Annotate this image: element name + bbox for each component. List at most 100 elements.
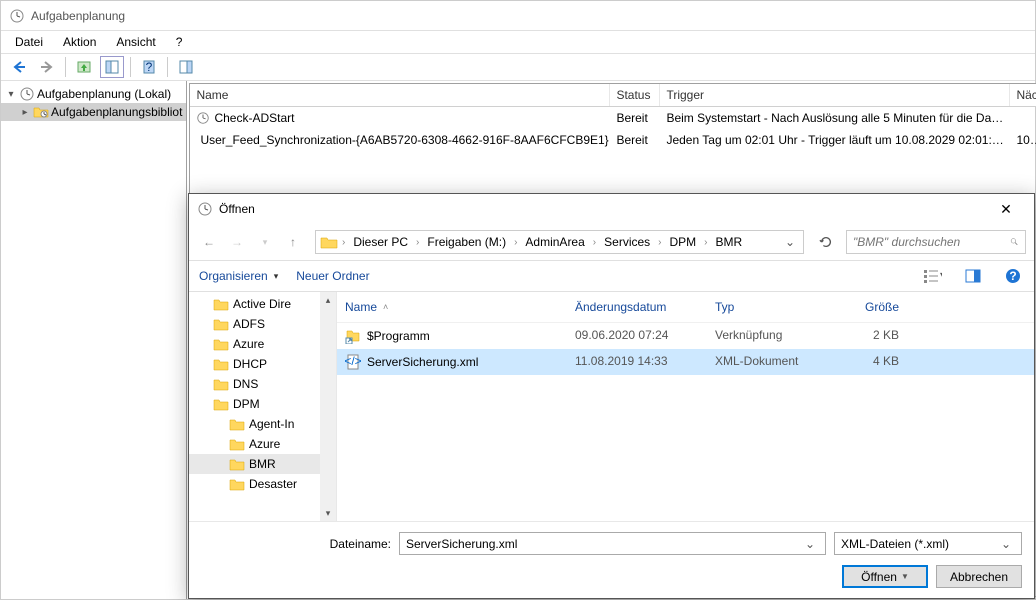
new-folder-button[interactable]: Neuer Ordner — [296, 269, 369, 283]
col-status[interactable]: Status — [610, 84, 660, 106]
breadcrumb-seg[interactable]: Services — [600, 235, 654, 249]
folder-tree-item[interactable]: ADFS — [189, 314, 336, 334]
chevron-down-icon[interactable]: ⌄ — [801, 537, 819, 551]
breadcrumb-seg[interactable]: DPM — [666, 235, 701, 249]
col-name[interactable]: Name — [190, 84, 610, 106]
separator — [65, 57, 66, 77]
navigation-tree[interactable]: ▾ Aufgabenplanung (Lokal) ▸ Aufgabenplan… — [1, 81, 187, 599]
breadcrumb-seg[interactable]: Freigaben (M:) — [423, 235, 510, 249]
dialog-toolbar: Organisieren Neuer Ordner ▾ ? — [189, 260, 1034, 292]
folder-tree[interactable]: Active DireADFSAzureDHCPDNSDPMAgent-InAz… — [189, 292, 337, 521]
folder-tree-item[interactable]: DNS — [189, 374, 336, 394]
separator — [130, 57, 131, 77]
breadcrumb-seg[interactable]: BMR — [712, 235, 747, 249]
expand-icon[interactable]: ▸ — [19, 107, 31, 118]
folder-tree-item[interactable]: Azure — [189, 434, 336, 454]
dialog-footer: Dateiname: ⌄ XML-Dateien (*.xml) ⌄ Öffne… — [189, 521, 1034, 598]
dialog-titlebar: Öffnen ✕ — [189, 194, 1034, 224]
nav-back[interactable]: ← — [197, 230, 221, 254]
folder-icon — [213, 377, 229, 391]
search-box[interactable] — [846, 230, 1026, 254]
scheduler-icon — [19, 86, 35, 102]
folder-tree-item[interactable]: BMR — [189, 454, 336, 474]
file-type: XML-Dokument — [707, 352, 837, 372]
action-pane-button[interactable] — [174, 56, 198, 78]
folder-tree-item[interactable]: Active Dire — [189, 294, 336, 314]
app-icon — [9, 8, 25, 24]
filename-combo[interactable]: ⌄ — [399, 532, 826, 555]
tree-root[interactable]: ▾ Aufgabenplanung (Lokal) — [1, 85, 186, 103]
col-date[interactable]: Änderungsdatum — [567, 296, 707, 318]
folder-label: Azure — [249, 437, 280, 451]
menu-help[interactable]: ? — [168, 33, 191, 51]
filename-label: Dateiname: — [201, 537, 391, 551]
file-list[interactable]: Name Änderungsdatum Typ Größe $Programm 0… — [337, 292, 1034, 521]
nav-up[interactable]: ↑ — [281, 230, 305, 254]
chevron-right-icon[interactable]: › — [340, 237, 347, 248]
file-name: $Programm — [367, 329, 430, 343]
search-input[interactable] — [853, 235, 1010, 249]
col-size[interactable]: Größe — [837, 296, 907, 318]
folder-tree-item[interactable]: Azure — [189, 334, 336, 354]
task-row[interactable]: User_Feed_Synchronization-{A6AB5720-6308… — [190, 129, 1036, 151]
expand-icon[interactable]: ▾ — [5, 89, 17, 100]
menu-action[interactable]: Aktion — [55, 33, 104, 51]
organize-menu[interactable]: Organisieren — [199, 269, 278, 283]
task-list-header: Name Status Trigger Näch — [190, 84, 1036, 107]
titlebar: Aufgabenplanung — [1, 1, 1035, 31]
tree-library-label: Aufgabenplanungsbibliot — [51, 105, 182, 119]
help-icon[interactable]: ? — [1002, 265, 1024, 287]
folder-icon — [213, 317, 229, 331]
folder-tree-item[interactable]: Agent-In — [189, 414, 336, 434]
split-dropdown-icon[interactable]: ▼ — [901, 572, 909, 581]
folder-icon — [229, 477, 245, 491]
breadcrumb[interactable]: › Dieser PC› Freigaben (M:)› AdminArea› … — [315, 230, 804, 254]
cancel-button[interactable]: Abbrechen — [936, 565, 1022, 588]
preview-pane-button[interactable] — [962, 265, 984, 287]
folder-label: DPM — [233, 397, 260, 411]
menu-file[interactable]: Datei — [7, 33, 51, 51]
file-filter[interactable]: XML-Dateien (*.xml) ⌄ — [834, 532, 1022, 555]
svg-text:?: ? — [146, 60, 153, 74]
filename-input[interactable] — [406, 537, 801, 551]
nav-recent[interactable]: ▾ — [253, 230, 277, 254]
back-button[interactable] — [7, 56, 31, 78]
menubar: Datei Aktion Ansicht ? — [1, 31, 1035, 53]
open-button[interactable]: Öffnen▼ — [842, 565, 928, 588]
col-type[interactable]: Typ — [707, 296, 837, 318]
col-name[interactable]: Name — [337, 296, 567, 318]
file-row[interactable]: $Programm09.06.2020 07:24Verknüpfung2 KB — [337, 323, 1034, 349]
svg-text:▾: ▾ — [940, 269, 942, 282]
file-date: 09.06.2020 07:24 — [567, 326, 707, 346]
folder-icon — [213, 337, 229, 351]
up-button[interactable] — [72, 56, 96, 78]
folder-label: Active Dire — [233, 297, 291, 311]
help-button[interactable]: ? — [137, 56, 161, 78]
chevron-down-icon[interactable]: ⌄ — [997, 537, 1015, 551]
task-row[interactable]: Check-ADStart Bereit Beim Systemstart - … — [190, 107, 1036, 129]
scrollbar[interactable]: ▴▾ — [320, 292, 336, 521]
folder-icon — [229, 437, 245, 451]
file-list-header: Name Änderungsdatum Typ Größe — [337, 292, 1034, 323]
file-row[interactable]: </>ServerSicherung.xml11.08.2019 14:33XM… — [337, 349, 1034, 375]
close-button[interactable]: ✕ — [986, 195, 1026, 223]
view-button[interactable] — [100, 56, 124, 78]
refresh-button[interactable] — [814, 230, 838, 254]
folder-label: DNS — [233, 377, 258, 391]
tree-library[interactable]: ▸ Aufgabenplanungsbibliot — [1, 103, 186, 121]
breadcrumb-seg[interactable]: AdminArea — [521, 235, 588, 249]
menu-view[interactable]: Ansicht — [108, 33, 163, 51]
breadcrumb-dropdown[interactable]: ⌄ — [781, 235, 799, 249]
col-trigger[interactable]: Trigger — [660, 84, 1010, 106]
view-mode-button[interactable]: ▾ — [922, 265, 944, 287]
nav-forward[interactable]: → — [225, 230, 249, 254]
forward-button[interactable] — [35, 56, 59, 78]
breadcrumb-seg[interactable]: Dieser PC — [349, 235, 412, 249]
task-icon — [196, 111, 210, 125]
folder-tree-item[interactable]: DPM — [189, 394, 336, 414]
col-next[interactable]: Näch — [1010, 84, 1036, 106]
file-type: Verknüpfung — [707, 326, 837, 346]
folder-tree-item[interactable]: Desaster — [189, 474, 336, 494]
folder-tree-item[interactable]: DHCP — [189, 354, 336, 374]
window-title: Aufgabenplanung — [31, 9, 125, 23]
